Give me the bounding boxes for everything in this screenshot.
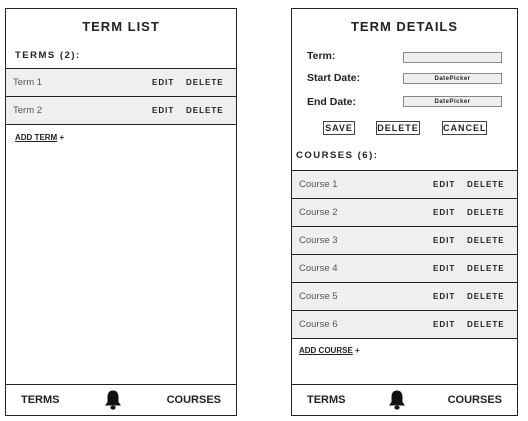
delete-term-button[interactable]: DELETE <box>376 121 420 135</box>
edit-course-button[interactable]: EDIT <box>433 236 467 245</box>
list-item[interactable]: Course 1 EDIT DELETE <box>292 171 517 199</box>
list-item[interactable]: Course 5 EDIT DELETE <box>292 283 517 311</box>
term-name: Term 1 <box>13 77 43 88</box>
cancel-button[interactable]: CANCEL <box>442 121 487 135</box>
end-date-label: End Date: <box>307 96 357 108</box>
edit-course-button[interactable]: EDIT <box>433 208 467 217</box>
course-list: Course 1 EDIT DELETE Course 2 EDIT DELET… <box>292 170 517 339</box>
delete-course-button[interactable]: DELETE <box>467 180 517 189</box>
terms-section-label: TERMS (2): <box>15 50 81 61</box>
term-list: Term 1 EDIT DELETE Term 2 EDIT DELETE <box>6 68 236 125</box>
delete-term-button[interactable]: DELETE <box>186 106 236 115</box>
course-name: Course 6 <box>299 319 338 330</box>
delete-term-button[interactable]: DELETE <box>186 78 236 87</box>
nav-courses[interactable]: COURSES <box>167 394 221 406</box>
bell-icon[interactable] <box>103 389 123 411</box>
course-name: Course 1 <box>299 179 338 190</box>
add-course-link[interactable]: ADD COURSE + <box>299 346 360 355</box>
term-label: Term: <box>307 50 336 62</box>
edit-course-button[interactable]: EDIT <box>433 292 467 301</box>
list-item[interactable]: Course 6 EDIT DELETE <box>292 311 517 339</box>
edit-course-button[interactable]: EDIT <box>433 320 467 329</box>
start-date-label: Start Date: <box>307 72 361 84</box>
list-item[interactable]: Course 3 EDIT DELETE <box>292 227 517 255</box>
nav-courses[interactable]: COURSES <box>448 394 502 406</box>
edit-term-button[interactable]: EDIT <box>152 106 186 115</box>
delete-course-button[interactable]: DELETE <box>467 292 517 301</box>
nav-terms[interactable]: TERMS <box>307 394 346 406</box>
delete-course-button[interactable]: DELETE <box>467 264 517 273</box>
list-item[interactable]: Term 1 EDIT DELETE <box>6 69 236 97</box>
term-details-screen: TERM DETAILS Term: Start Date: DatePicke… <box>291 8 518 416</box>
list-item[interactable]: Course 2 EDIT DELETE <box>292 199 517 227</box>
term-list-screen: TERM LIST TERMS (2): Term 1 EDIT DELETE … <box>5 8 237 416</box>
course-name: Course 4 <box>299 263 338 274</box>
add-term-link[interactable]: ADD TERM + <box>15 133 64 142</box>
list-item[interactable]: Term 2 EDIT DELETE <box>6 97 236 125</box>
edit-course-button[interactable]: EDIT <box>433 180 467 189</box>
add-course-label: ADD COURSE <box>299 346 353 355</box>
nav-terms[interactable]: TERMS <box>21 394 60 406</box>
term-input[interactable] <box>403 52 502 63</box>
plus-icon: + <box>355 346 360 355</box>
page-title: TERM DETAILS <box>350 19 459 34</box>
delete-course-button[interactable]: DELETE <box>467 208 517 217</box>
end-date-picker[interactable]: DatePicker <box>403 96 502 107</box>
course-name: Course 5 <box>299 291 338 302</box>
add-term-label: ADD TERM <box>15 133 58 142</box>
page-title: TERM LIST <box>82 19 160 34</box>
start-date-picker[interactable]: DatePicker <box>403 73 502 84</box>
bottom-nav: TERMS COURSES <box>6 384 236 415</box>
courses-section-label: COURSES (6): <box>296 150 379 161</box>
list-item[interactable]: Course 4 EDIT DELETE <box>292 255 517 283</box>
plus-icon: + <box>59 133 65 142</box>
edit-term-button[interactable]: EDIT <box>152 78 186 87</box>
bell-icon[interactable] <box>387 389 407 411</box>
save-button[interactable]: SAVE <box>323 121 355 135</box>
delete-course-button[interactable]: DELETE <box>467 320 517 329</box>
course-name: Course 3 <box>299 235 338 246</box>
term-name: Term 2 <box>13 105 43 116</box>
edit-course-button[interactable]: EDIT <box>433 264 467 273</box>
bottom-nav: TERMS COURSES <box>292 384 517 415</box>
course-name: Course 2 <box>299 207 338 218</box>
delete-course-button[interactable]: DELETE <box>467 236 517 245</box>
